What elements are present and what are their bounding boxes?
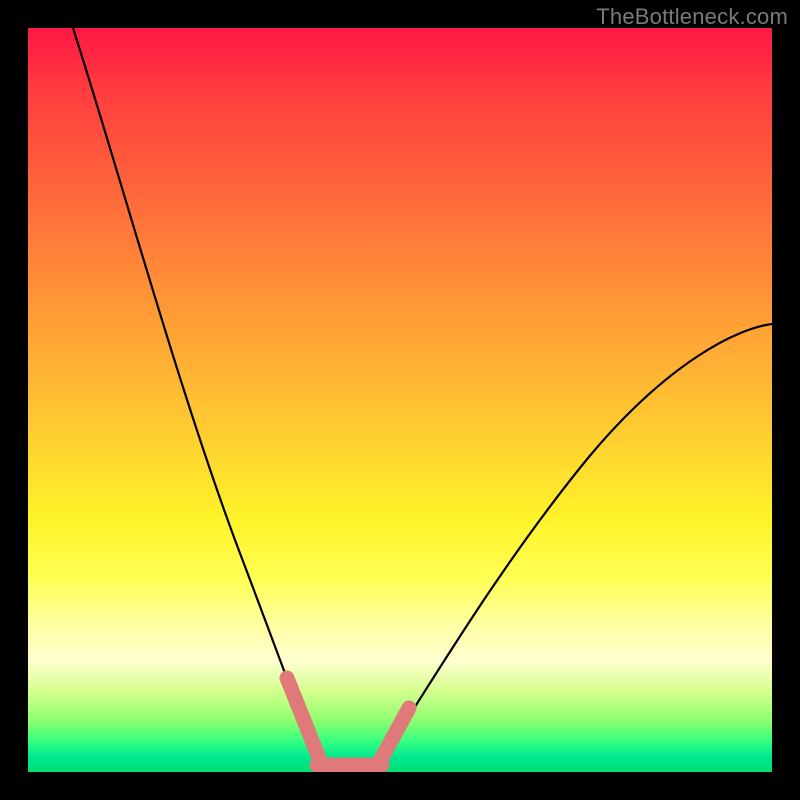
plot-area (28, 28, 772, 772)
watermark-text: TheBottleneck.com (596, 4, 788, 30)
chart-frame: TheBottleneck.com (0, 0, 800, 800)
left-curve (73, 28, 320, 764)
highlight-right (378, 708, 409, 765)
curves-svg (28, 28, 772, 772)
highlight-left (287, 678, 319, 758)
right-curve (378, 324, 772, 765)
